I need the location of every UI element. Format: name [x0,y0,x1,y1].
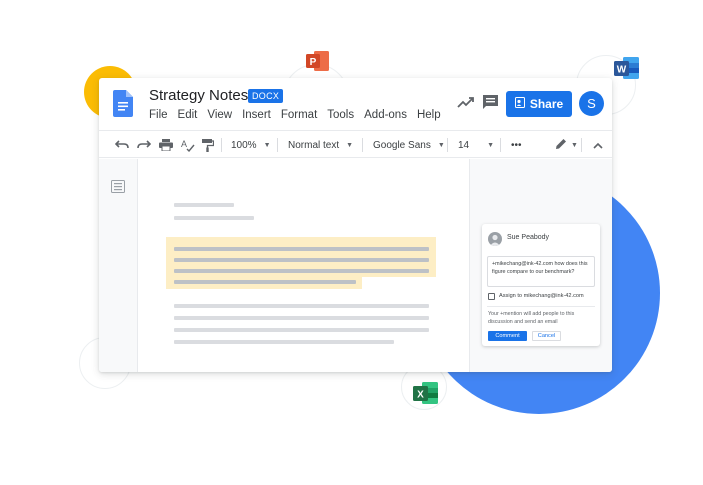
toolbar-divider [447,138,448,152]
cancel-button[interactable]: Cancel [532,331,561,341]
print-icon[interactable] [159,131,173,159]
comments-icon[interactable] [482,94,499,115]
toolbar-divider [221,138,222,152]
chevron-down-icon: ▼ [437,141,445,149]
font-family-select[interactable]: Google Sans ▼ [373,131,445,159]
paint-format-icon[interactable] [202,131,214,159]
text-line [174,247,429,251]
lock-share-icon [514,97,525,111]
chevron-down-icon: ▼ [487,141,495,149]
share-button[interactable]: Share [506,91,572,117]
docs-window: Strategy Notes DOCX File Edit View Inser… [99,78,612,372]
text-line [174,340,394,344]
chevron-down-icon: ▼ [571,141,578,149]
chevron-down-icon: ▼ [263,141,271,149]
menu-insert[interactable]: Insert [242,109,271,121]
comment-divider [487,306,595,307]
powerpoint-icon: P [306,50,330,72]
collapse-chevron-icon[interactable] [593,131,603,159]
svg-text:P: P [310,57,317,68]
comment-button[interactable]: Comment [488,331,527,341]
chevron-down-icon: ▼ [346,141,354,149]
undo-icon[interactable] [115,131,129,159]
commenter-name: Sue Peabody [507,234,550,241]
menu-format[interactable]: Format [281,109,317,121]
account-avatar[interactable]: S [579,91,604,116]
document-page[interactable] [137,159,470,372]
zoom-select[interactable]: 100% ▼ [231,131,271,159]
menu-tools[interactable]: Tools [327,109,354,121]
comment-card: Sue Peabody +mikechang@ink-42.com how do… [482,224,600,346]
more-icon: ••• [511,139,522,151]
comment-input[interactable]: +mikechang@ink-42.com how does this figu… [487,256,595,287]
editing-mode-select[interactable]: ▼ [555,131,578,159]
text-line [174,280,356,284]
title-bar: Strategy Notes DOCX File Edit View Inser… [99,78,612,128]
activity-trend-icon[interactable] [457,95,475,114]
mention-note: Your +mention will add people to this di… [488,311,575,325]
pencil-edit-icon [555,138,567,153]
assign-checkbox[interactable] [488,293,495,300]
text-line [174,328,429,332]
more-options-button[interactable]: ••• [511,131,522,159]
commenter-avatar [488,232,502,246]
share-label: Share [529,97,564,111]
redo-icon[interactable] [137,131,151,159]
text-line [174,269,429,273]
text-line [174,216,254,220]
svg-text:W: W [617,65,627,76]
menu-file[interactable]: File [149,109,168,121]
font-family-value: Google Sans [373,139,431,151]
file-format-badge: DOCX [248,89,284,103]
toolbar-divider [581,138,582,152]
assign-label: Assign to mikechang@ink-42.com [499,293,584,299]
paragraph-style-value: Normal text [288,139,340,151]
menu-help[interactable]: Help [417,109,441,121]
font-size-value: 14 [458,139,470,151]
menu-edit[interactable]: Edit [178,109,198,121]
toolbar-divider [277,138,278,152]
word-icon: W [614,56,640,80]
document-outline-icon[interactable] [111,180,125,198]
svg-text:X: X [417,390,424,401]
menu-view[interactable]: View [207,109,232,121]
toolbar-divider [362,138,363,152]
font-size-select[interactable]: 14 ▼ [458,131,494,159]
text-line [174,316,429,320]
toolbar-divider [500,138,501,152]
menu-add-ons[interactable]: Add-ons [364,109,407,121]
text-line [174,258,429,262]
spellcheck-icon[interactable]: A [181,131,195,159]
document-title[interactable]: Strategy Notes [149,87,248,104]
excel-icon: X [413,381,439,405]
zoom-value: 100% [231,139,257,151]
text-line [174,304,429,308]
menu-bar: File Edit View Insert Format Tools Add-o… [149,109,441,121]
formatting-toolbar: A 100% ▼ Normal text ▼ Google Sans ▼ 14 ▼ ••… [99,130,612,158]
docs-logo-icon[interactable] [113,90,133,122]
svg-text:A: A [181,139,187,149]
paragraph-style-select[interactable]: Normal text ▼ [288,131,353,159]
text-line [174,203,234,207]
